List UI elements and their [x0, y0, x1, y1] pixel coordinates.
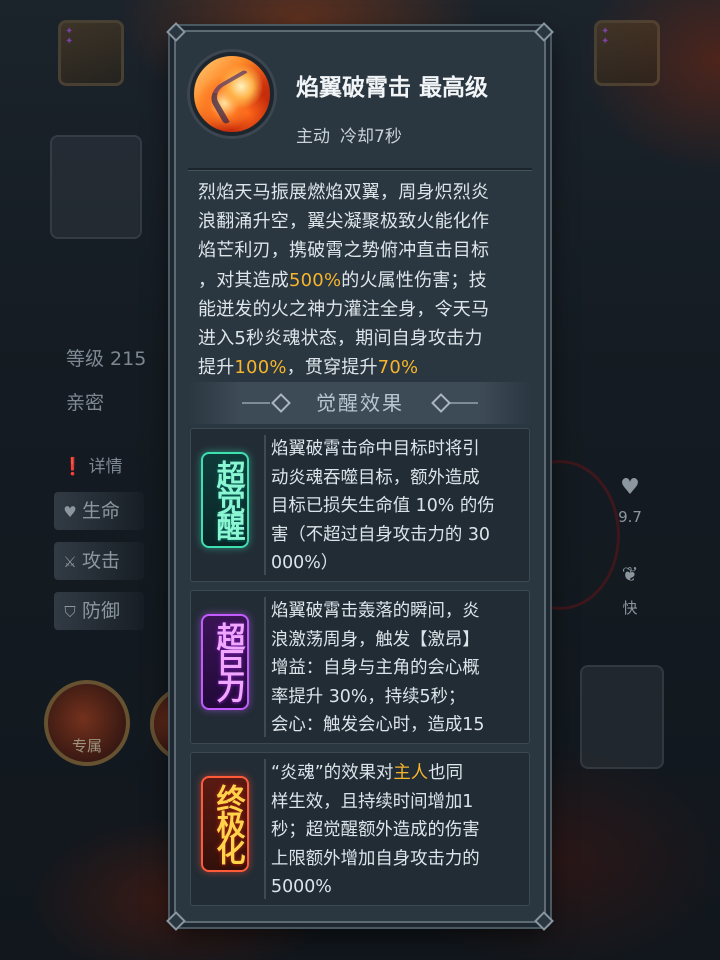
- tab-label: 生命: [82, 500, 121, 522]
- description-line: ，对其造成500%的火属性伤害；技: [198, 269, 487, 291]
- locked-slot-right: [580, 665, 664, 769]
- details-link[interactable]: ❗ 详情: [62, 452, 123, 477]
- description-line: 焰芒利刃，携破霄之势俯冲直击目标: [198, 240, 490, 262]
- skill-meta: 主动 冷却7秒: [296, 122, 402, 147]
- awakening-card-super-giant: 超巨力 焰翼破霄击轰落的瞬间，炎 浪激荡周身，触发【激昂】 增益：自身与主角的会…: [190, 590, 530, 744]
- sword-icon: ⚔: [63, 553, 77, 571]
- awakening-title: 觉醒效果: [316, 391, 404, 415]
- exclusive-skill-button[interactable]: 专属: [44, 680, 130, 766]
- heart-icon: ♥: [63, 503, 77, 521]
- skill-title: 焰翼破霄击 最高级: [296, 75, 489, 101]
- right-stat-value: 9.7: [618, 508, 642, 526]
- skill-description: 烈焰天马振展燃焰双翼，周身炽烈炎 浪翻涌升空，翼尖凝聚极致火能化作 焰芒利刃，携…: [198, 178, 530, 382]
- tab-defense[interactable]: ⛉ 防御: [54, 592, 144, 630]
- divider: [188, 168, 532, 171]
- tab-label: 攻击: [82, 550, 121, 572]
- skill-cooldown: 冷却7秒: [340, 127, 402, 147]
- description-line: 提升100%，贯穿提升70%: [198, 357, 419, 379]
- tab-hp[interactable]: ♥ 生命: [54, 492, 144, 530]
- awakening-card-text: 焰翼破霄击轰落的瞬间，炎 浪激荡周身，触发【激昂】 增益：自身与主角的会心概 率…: [271, 601, 485, 735]
- awakening-header: 觉醒效果: [188, 382, 532, 424]
- equipment-slot-left[interactable]: ✦ ✦: [58, 20, 124, 86]
- exclusive-label: 专属: [71, 737, 102, 755]
- super-giant-badge: 超巨力: [201, 614, 249, 710]
- star-icon: ✦ ✦: [601, 26, 610, 47]
- shield-icon: ⛉: [64, 603, 76, 621]
- intimacy-label: 亲密: [66, 392, 105, 414]
- skill-type: 主动: [296, 127, 330, 147]
- awakening-card-text: 焰翼破霄击命中目标时将引 动炎魂吞噬目标，额外造成 目标已损失生命值 10% 的…: [271, 439, 495, 573]
- star-icon: ✦ ✦: [65, 26, 74, 47]
- skill-detail-popup: 焰翼破霄击 最高级 主动 冷却7秒 烈焰天马振展燃焰双翼，周身炽烈炎 浪翻涌升空，…: [166, 22, 554, 931]
- ultimate-badge: 终极化: [201, 776, 249, 872]
- super-awaken-badge: 超觉醒: [201, 452, 249, 548]
- tab-label: 防御: [82, 600, 121, 622]
- awakening-card-text: “炎魂”的效果对主人也同 样生效，且持续时间增加1 秒；超觉醒额外造成的伤害 上…: [271, 763, 480, 897]
- speed-label: 快: [622, 599, 638, 617]
- info-icon: ❗: [62, 457, 84, 477]
- wing-icon: ❦: [621, 562, 639, 586]
- tab-attack[interactable]: ⚔ 攻击: [54, 542, 144, 580]
- description-line: 烈焰天马振展燃焰双翼，周身炽烈炎: [198, 182, 490, 203]
- master-highlight: 主人: [393, 763, 429, 783]
- level-label: 等级 215: [66, 348, 147, 370]
- locked-slot: [50, 135, 142, 239]
- pierce-bonus: 70%: [377, 357, 419, 379]
- skill-header: 焰翼破霄击 最高级 主动 冷却7秒: [188, 46, 532, 171]
- damage-percent: 500%: [289, 269, 342, 291]
- equipment-slot-right[interactable]: ✦ ✦: [594, 20, 660, 86]
- description-line: 浪翻涌升空，翼尖凝聚极致火能化作: [198, 211, 490, 233]
- awakening-card-ultimate: 终极化 “炎魂”的效果对主人也同 样生效，且持续时间增加1 秒；超觉醒额外造成的…: [190, 752, 530, 906]
- description-line: 能迸发的火之神力灌注全身，令天马: [198, 298, 490, 320]
- heart-icon: ♥: [620, 475, 640, 500]
- flame-wing-skill-icon: [190, 52, 274, 136]
- details-label: 详情: [88, 457, 123, 477]
- awakening-card-super-awaken: 超觉醒 焰翼破霄击命中目标时将引 动炎魂吞噬目标，额外造成 目标已损失生命值 1…: [190, 428, 530, 582]
- description-line: 进入5秒炎魂状态，期间自身攻击力: [198, 328, 483, 350]
- attack-bonus: 100%: [234, 357, 287, 379]
